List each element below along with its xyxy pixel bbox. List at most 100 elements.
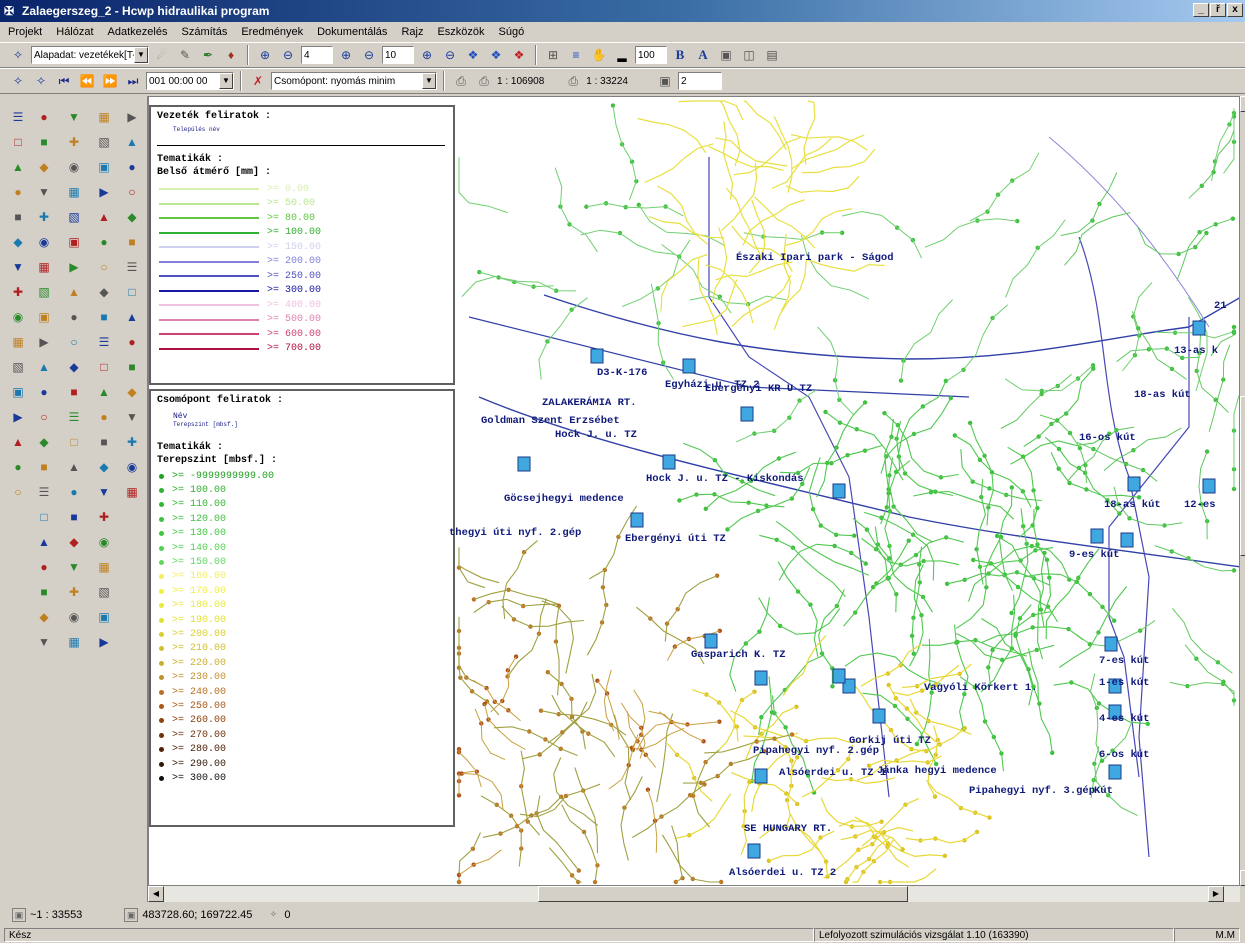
minimize-button[interactable]: _ (1193, 3, 1209, 17)
palette-tool-icon[interactable]: ☰ (6, 106, 30, 128)
station-icon[interactable] (1120, 532, 1134, 548)
map-label[interactable]: Vagyóli Körkert 1. (924, 682, 1037, 694)
pipe-segment[interactable] (758, 654, 825, 736)
layers-icon[interactable]: ▤ (762, 45, 782, 65)
pipe-segment[interactable] (955, 536, 1002, 629)
palette-tool-icon[interactable]: ✚ (120, 431, 144, 453)
network-node[interactable] (1204, 449, 1210, 454)
palette-tool-icon[interactable]: ◆ (120, 381, 144, 403)
pipe-segment[interactable] (784, 208, 853, 247)
pipe-segment[interactable] (458, 749, 482, 788)
pipe-segment[interactable] (1005, 219, 1066, 298)
pipe-segment[interactable] (768, 830, 835, 862)
pipe-segment[interactable] (597, 680, 620, 740)
palette-tool-icon[interactable]: ▣ (92, 156, 116, 178)
menu-halozat[interactable]: Hálózat (54, 25, 95, 39)
palette-tool-icon[interactable]: ◆ (6, 231, 30, 253)
palette-tool-icon[interactable]: ▶ (120, 106, 144, 128)
size-field[interactable]: 100 (635, 46, 667, 64)
pipe-segment[interactable] (647, 789, 658, 853)
palette-tool-icon[interactable]: ▣ (6, 381, 30, 403)
pipe-segment[interactable] (458, 157, 508, 214)
station-icon[interactable] (630, 512, 644, 528)
station-icon[interactable] (832, 483, 846, 499)
map-canvas[interactable]: Vezeték feliratok : Település név Temati… (148, 96, 1240, 886)
palette-tool-icon[interactable]: ▲ (62, 456, 86, 478)
menu-eszkozok[interactable]: Eszközök (435, 25, 486, 39)
pipe-segment[interactable] (692, 749, 720, 828)
palette-tool-icon[interactable]: ▧ (92, 131, 116, 153)
pipe-segment[interactable] (731, 225, 793, 272)
palette-tool-icon[interactable]: ○ (92, 256, 116, 278)
map-label[interactable]: ZALAKERÁMIA RT. (542, 397, 637, 409)
map-label[interactable]: thegyi úti nyf. 2.gép (449, 527, 581, 539)
pipe-segment[interactable] (648, 710, 704, 742)
map-label[interactable]: Hock J. u. TZ (555, 429, 637, 441)
palette-tool-icon[interactable]: ◆ (92, 281, 116, 303)
pipe-segment[interactable] (845, 837, 890, 883)
pipe-segment[interactable] (1137, 227, 1207, 255)
station-icon[interactable] (1090, 528, 1104, 544)
pipe-segment[interactable] (773, 258, 807, 330)
palette-tool-icon[interactable]: ○ (6, 481, 30, 503)
layer-combo[interactable]: Alapadat: vezetékek[T-DL ▼ (31, 46, 149, 64)
theme-icon[interactable]: ✗ (248, 71, 268, 91)
pipe-segment[interactable] (924, 218, 1018, 248)
main-pipe[interactable] (543, 294, 1240, 360)
pipe-segment[interactable] (1064, 212, 1131, 266)
network-view-icon[interactable]: ✧ (8, 71, 28, 91)
palette-tool-icon[interactable]: ◉ (92, 531, 116, 553)
pipe-segment[interactable] (900, 299, 953, 381)
palette-tool-icon[interactable]: ▼ (32, 631, 56, 653)
pipe-segment[interactable] (780, 444, 883, 474)
map-label[interactable]: SE HUNGARY RT. (744, 823, 832, 835)
pipe-segment[interactable] (474, 708, 506, 761)
pipe-segment[interactable] (627, 711, 657, 768)
palette-tool-icon[interactable]: ▣ (32, 306, 56, 328)
pipe-segment[interactable] (946, 304, 1009, 382)
pipe-segment[interactable] (860, 643, 922, 687)
palette-tool-icon[interactable]: ● (6, 181, 30, 203)
pipe-segment[interactable] (666, 743, 713, 802)
window-icon[interactable]: ▣ (716, 45, 736, 65)
palette-tool-icon[interactable]: ☰ (120, 256, 144, 278)
palette-tool-icon[interactable]: ■ (6, 206, 30, 228)
station-icon[interactable] (754, 768, 768, 784)
palette-tool-icon[interactable]: □ (92, 356, 116, 378)
palette-tool-icon[interactable]: ● (92, 231, 116, 253)
palette-tool-icon[interactable]: ▼ (32, 181, 56, 203)
palette-tool-icon[interactable]: ■ (62, 381, 86, 403)
map-label[interactable]: 13-as k (1174, 345, 1218, 357)
pipe-segment[interactable] (719, 100, 741, 167)
palette-tool-icon[interactable]: ▲ (120, 306, 144, 328)
palette-tool-icon[interactable]: ▲ (120, 131, 144, 153)
palette-tool-icon[interactable]: ◆ (32, 606, 56, 628)
station-icon[interactable] (682, 358, 696, 374)
pipe-segment[interactable] (472, 679, 521, 722)
skip-forward-icon[interactable]: ⏭ (123, 71, 143, 91)
palette-tool-icon[interactable]: ● (32, 381, 56, 403)
pipe-segment[interactable] (969, 152, 1040, 222)
pipe-segment[interactable] (520, 750, 541, 836)
palette-tool-icon[interactable]: ● (62, 306, 86, 328)
palette-tool-icon[interactable]: ■ (32, 581, 56, 603)
map-label[interactable]: D3-K-176 (597, 367, 647, 379)
map-label[interactable]: Hock J. u. TZ - Kiskondás (646, 473, 804, 485)
palette-tool-icon[interactable]: ◆ (92, 456, 116, 478)
pipe-segment[interactable] (816, 402, 866, 498)
station-icon[interactable] (832, 668, 846, 684)
pipe-segment[interactable] (458, 616, 483, 687)
pipe-segment[interactable] (969, 422, 994, 526)
pipe-segment[interactable] (555, 605, 560, 696)
palette-tool-icon[interactable]: ☰ (92, 331, 116, 353)
palette-tool-icon[interactable]: ● (6, 456, 30, 478)
pipe-segment[interactable] (507, 598, 547, 677)
palette-tool-icon[interactable]: ◆ (62, 356, 86, 378)
pipe-segment[interactable] (771, 137, 832, 190)
map-label[interactable]: Kút (1094, 785, 1113, 797)
zoom-in-icon[interactable]: ⊕ (255, 45, 275, 65)
pipe-segment[interactable] (785, 175, 860, 193)
pipe-segment[interactable] (1184, 644, 1235, 701)
zoom-window-icon[interactable]: ⊕ (336, 45, 356, 65)
palette-tool-icon[interactable]: ▶ (62, 256, 86, 278)
